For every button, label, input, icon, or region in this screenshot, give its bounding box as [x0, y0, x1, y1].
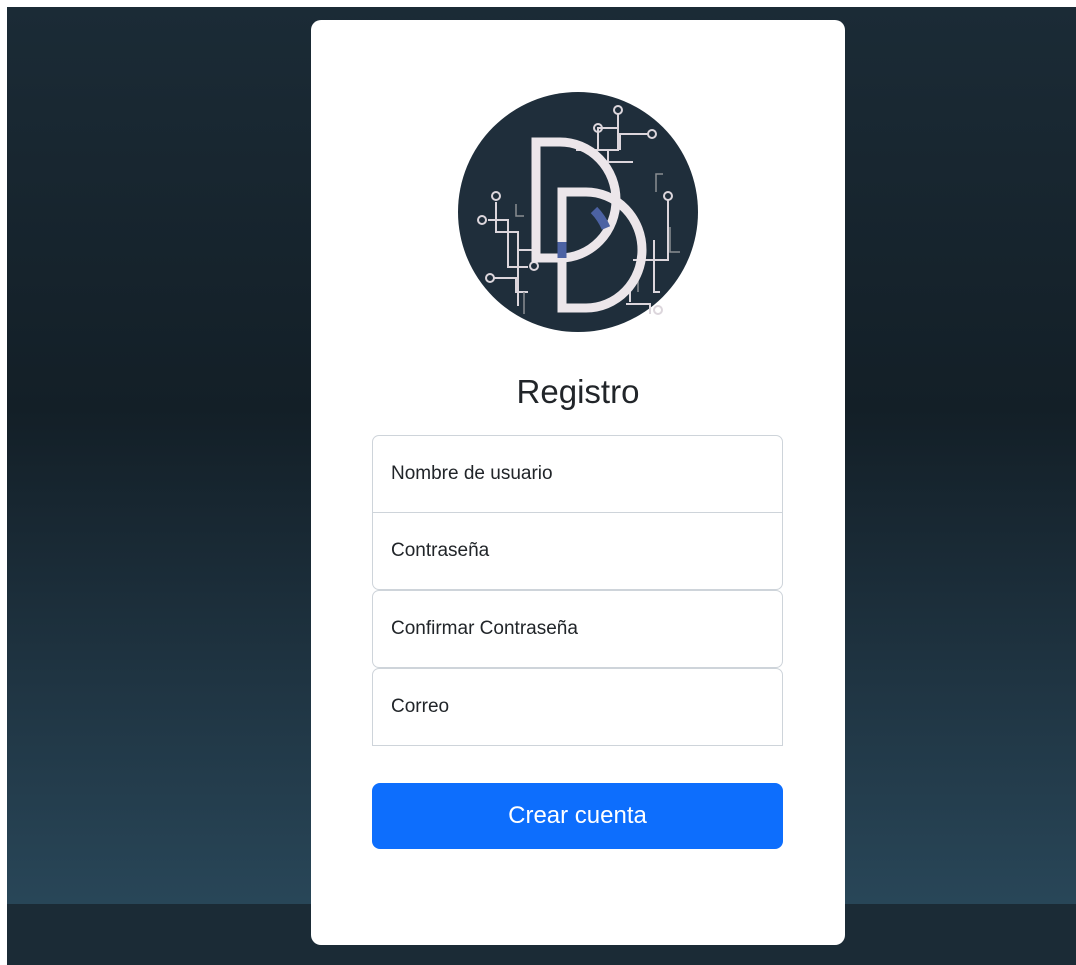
create-account-button[interactable]: Crear cuenta — [372, 783, 783, 849]
dd-logo-image — [458, 92, 698, 332]
page-background: Registro Crear cuenta — [7, 7, 1076, 965]
page-title: Registro — [516, 373, 640, 410]
username-field-wrapper — [372, 435, 783, 513]
confirm-password-input[interactable] — [373, 591, 782, 667]
email-input[interactable] — [373, 669, 782, 745]
password-field-wrapper — [372, 512, 783, 590]
password-input[interactable] — [373, 513, 782, 589]
register-form — [372, 435, 783, 746]
register-card: Registro Crear cuenta — [311, 20, 845, 945]
dd-logo — [458, 92, 698, 332]
email-field-wrapper — [372, 668, 783, 746]
username-input[interactable] — [373, 436, 782, 512]
confirm-password-field-wrapper — [372, 590, 783, 668]
